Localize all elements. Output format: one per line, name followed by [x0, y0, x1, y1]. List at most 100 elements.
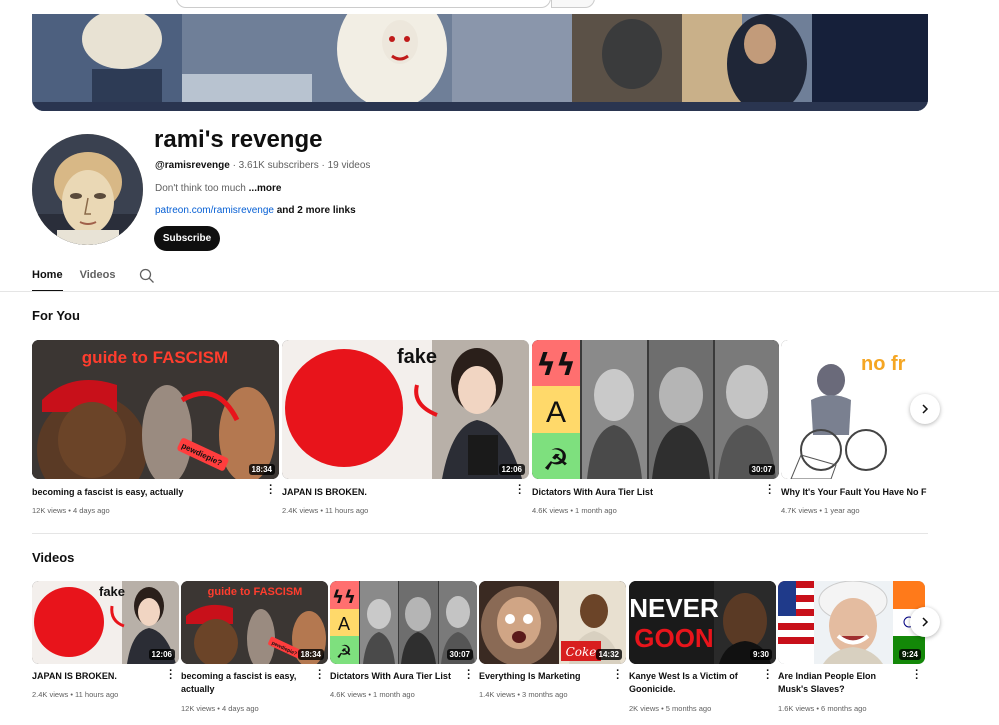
video-card[interactable]: guide to FASCISM pewdiepie? 18:34 becomi…	[181, 581, 328, 725]
video-thumbnail[interactable]: Coke 14:32	[479, 581, 626, 664]
video-thumbnail[interactable]: fake 12:06	[282, 340, 529, 479]
tab-videos[interactable]: Videos	[80, 262, 116, 292]
video-thumbnail[interactable]: NEVER GOON 9:30	[629, 581, 776, 664]
svg-text:A: A	[546, 396, 566, 429]
for-you-row: guide to FASCISM pewdiepie? 18:34 becomi…	[32, 340, 928, 520]
video-title[interactable]: JAPAN IS BROKEN.	[32, 670, 162, 683]
video-meta: 12K views • 4 days ago	[32, 506, 110, 515]
video-card[interactable]: 9:24 Are Indian People Elon Musk's Slave…	[778, 581, 925, 725]
video-title[interactable]: Kanye West Is a Victim of Goonicide.	[629, 670, 759, 696]
video-thumbnail[interactable]: fake 12:06	[32, 581, 179, 664]
more-vert-icon[interactable]: · · ·	[615, 666, 621, 685]
svg-text:A: A	[338, 614, 350, 634]
tab-home[interactable]: Home	[32, 262, 63, 292]
video-thumbnail[interactable]: no fr	[781, 340, 928, 479]
video-meta: 1.4K views • 3 months ago	[479, 690, 568, 699]
video-card[interactable]: ϟϟ A ☭ 30:07 Dictators With Aura Tier Li…	[330, 581, 477, 725]
video-duration: 12:06	[148, 649, 175, 660]
top-search-fragment	[176, 0, 596, 8]
video-duration: 18:34	[248, 464, 275, 475]
video-meta: 2.4K views • 11 hours ago	[32, 690, 119, 699]
svg-text:ϟϟ: ϟϟ	[536, 348, 576, 383]
video-title[interactable]: Why It's Your Fault You Have No F	[781, 486, 928, 499]
channel-handle: @ramisrevenge	[155, 160, 230, 171]
video-title[interactable]: Are Indian People Elon Musk's Slaves?	[778, 670, 908, 696]
more-vert-icon[interactable]: · · ·	[317, 666, 323, 685]
svg-text:☭: ☭	[336, 642, 352, 663]
channel-links: patreon.com/ramisrevenge and 2 more link…	[155, 205, 356, 216]
video-title[interactable]: Dictators With Aura Tier List	[330, 670, 460, 683]
video-thumbnail[interactable]: 9:24	[778, 581, 925, 664]
svg-text:☭: ☭	[543, 443, 570, 478]
channel-stats: · 3.61K subscribers · 19 videos	[229, 160, 371, 171]
svg-text:GOON: GOON	[634, 623, 713, 653]
video-thumbnail[interactable]: guide to FASCISM pewdiepie? 18:34	[181, 581, 328, 664]
more-vert-icon[interactable]: · · ·	[765, 666, 771, 685]
channel-meta: @ramisrevenge · 3.61K subscribers · 19 v…	[155, 160, 370, 171]
video-thumbnail[interactable]: guide to FASCISM pewdiepie? 18:34	[32, 340, 279, 479]
video-meta: 1.6K views • 6 months ago	[778, 704, 867, 713]
video-card[interactable]: fake 12:06 JAPAN IS BROKEN. 2.4K views •…	[282, 340, 529, 520]
svg-text:fake: fake	[99, 584, 125, 599]
channel-banner	[32, 14, 928, 111]
video-title[interactable]: becoming a fascist is easy, actually	[181, 670, 311, 696]
video-card[interactable]: fake 12:06 JAPAN IS BROKEN. 2.4K views •…	[32, 581, 179, 725]
video-thumbnail[interactable]: ϟϟ A ☭ 30:07	[330, 581, 477, 664]
chevron-right-icon	[922, 404, 929, 414]
video-card[interactable]: ϟϟ A ☭ 30:07 Dictators With Aura Tier Li…	[532, 340, 779, 520]
thumb-text: guide to FASCISM	[82, 348, 228, 367]
video-meta: 4.6K views • 1 month ago	[330, 690, 415, 699]
video-meta: 2K views • 5 months ago	[629, 704, 712, 713]
video-duration: 30:07	[446, 649, 473, 660]
more-vert-icon[interactable]: · · ·	[168, 666, 174, 685]
description-text: Don't think too much	[155, 183, 246, 194]
svg-text:fake: fake	[397, 346, 437, 368]
next-button[interactable]	[910, 607, 940, 637]
next-button[interactable]	[910, 394, 940, 424]
search-input[interactable]	[176, 0, 551, 8]
video-duration: 12:06	[498, 464, 525, 475]
svg-text:ϟϟ: ϟϟ	[332, 587, 356, 608]
search-button[interactable]	[551, 0, 595, 8]
video-duration: 9:24	[898, 649, 921, 660]
svg-text:no fr: no fr	[861, 353, 906, 375]
video-title[interactable]: Dictators With Aura Tier List	[532, 486, 762, 499]
tabs-divider	[0, 291, 999, 292]
description-more[interactable]: ...more	[246, 183, 282, 194]
more-vert-icon[interactable]: · · ·	[268, 481, 274, 500]
channel-tabs: Home Videos	[32, 262, 154, 292]
video-title[interactable]: becoming a fascist is easy, actually	[32, 486, 262, 499]
search-icon[interactable]	[139, 268, 155, 284]
more-vert-icon[interactable]: · · ·	[767, 481, 773, 500]
video-title[interactable]: Everything Is Marketing	[479, 670, 609, 683]
videos-row: fake 12:06 JAPAN IS BROKEN. 2.4K views •…	[32, 581, 928, 725]
more-vert-icon[interactable]: · · ·	[466, 666, 472, 685]
thumb-text: Coke	[566, 645, 597, 659]
svg-text:guide to FASCISM: guide to FASCISM	[208, 586, 303, 598]
section-title-videos: Videos	[32, 550, 75, 565]
video-title[interactable]: JAPAN IS BROKEN.	[282, 486, 512, 499]
channel-name: rami's revenge	[154, 126, 323, 153]
video-meta: 2.4K views • 11 hours ago	[282, 506, 369, 515]
video-meta: 4.6K views • 1 month ago	[532, 506, 617, 515]
video-duration: 14:32	[595, 649, 622, 660]
banner-painting	[32, 14, 928, 111]
section-divider	[32, 533, 928, 534]
subscribe-button[interactable]: Subscribe	[154, 226, 220, 251]
channel-description[interactable]: Don't think too much ...more	[155, 183, 281, 194]
video-thumbnail[interactable]: ϟϟ A ☭ 30:07	[532, 340, 779, 479]
thumb-text: NEVER	[629, 593, 719, 623]
chevron-right-icon	[922, 617, 929, 627]
video-meta: 4.7K views • 1 year ago	[781, 506, 860, 515]
video-card[interactable]: NEVER GOON 9:30 Kanye West Is a Victim o…	[629, 581, 776, 725]
video-card[interactable]: no fr Why It's Your Fault You Have No F …	[781, 340, 928, 520]
video-card[interactable]: guide to FASCISM pewdiepie? 18:34 becomi…	[32, 340, 279, 520]
video-duration: 9:30	[749, 649, 772, 660]
more-vert-icon[interactable]: · · ·	[914, 666, 920, 685]
video-card[interactable]: Coke 14:32 Everything Is Marketing 1.4K …	[479, 581, 626, 725]
video-duration: 30:07	[748, 464, 775, 475]
channel-avatar[interactable]	[32, 134, 143, 245]
more-vert-icon[interactable]: · · ·	[517, 481, 523, 500]
more-links[interactable]: and 2 more links	[274, 205, 356, 216]
channel-link[interactable]: patreon.com/ramisrevenge	[155, 205, 274, 216]
